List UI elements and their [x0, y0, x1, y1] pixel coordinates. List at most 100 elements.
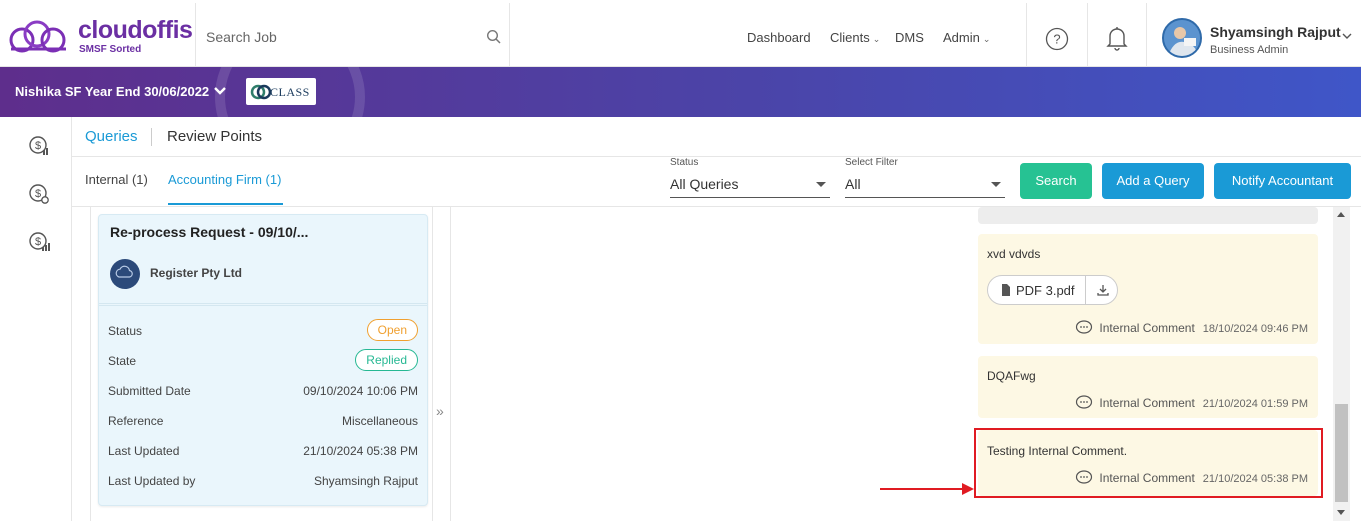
select-filter-label: Select Filter — [845, 157, 898, 168]
divider — [1087, 3, 1088, 70]
notify-accountant-button[interactable]: Notify Accountant — [1214, 163, 1351, 199]
client-cloud-icon — [115, 265, 133, 278]
job-title[interactable]: Nishika SF Year End 30/06/2022 — [15, 84, 209, 99]
chevron-down-icon[interactable] — [213, 86, 227, 96]
card-divider — [99, 303, 427, 304]
user-photo-icon — [1164, 20, 1200, 56]
scroll-up-icon[interactable] — [1337, 212, 1345, 217]
class-logo: CLASS — [246, 78, 316, 105]
comment-icon — [1076, 320, 1093, 334]
status-badge: Open — [366, 319, 418, 341]
detail-label: Status — [108, 324, 143, 338]
divider — [1026, 3, 1027, 70]
status-filter-select[interactable]: All Queries — [670, 175, 830, 198]
client-avatar — [110, 259, 140, 289]
highlight-box — [974, 428, 1323, 498]
user-avatar[interactable] — [1162, 18, 1202, 58]
message-text: DQAFwg — [987, 369, 1036, 383]
card-divider — [99, 305, 427, 306]
search-icon[interactable] — [486, 29, 502, 45]
status-filter-value: All Queries — [670, 176, 739, 192]
divider — [1146, 3, 1147, 70]
attachment-name: PDF 3.pdf — [1016, 283, 1075, 298]
user-role: Business Admin — [1210, 44, 1289, 56]
detail-value: Miscellaneous — [341, 414, 418, 428]
arrow-right-icon — [880, 483, 974, 495]
subtab-accounting-firm[interactable]: Accounting Firm (1) — [168, 172, 281, 187]
file-icon — [1002, 284, 1010, 296]
help-icon[interactable]: ? — [1045, 27, 1069, 51]
tab-review-points[interactable]: Review Points — [167, 128, 262, 145]
caret-down-icon — [991, 182, 1001, 187]
message-bubble: DQAFwg Internal Comment 21/10/2024 01:59 … — [978, 356, 1318, 418]
bell-icon[interactable] — [1105, 25, 1129, 51]
detail-label: Reference — [108, 414, 164, 428]
nav-admin[interactable]: Admin ⌄ — [943, 30, 990, 45]
attachment-divider — [1085, 276, 1086, 304]
chevron-down-icon[interactable] — [1341, 31, 1353, 41]
cloud-logo-icon — [9, 20, 66, 53]
top-header: cloudoffis SMSF Sorted Dashboard Clients… — [0, 0, 1361, 70]
class-logo-icon — [250, 84, 272, 100]
brand-name: cloudoffis — [78, 16, 193, 44]
select-filter-value: All — [845, 176, 861, 192]
state-badge: Replied — [355, 349, 418, 371]
tab-queries[interactable]: Queries — [85, 128, 138, 145]
scrollbar-thumb[interactable] — [1335, 404, 1348, 502]
select-filter-select[interactable]: All — [845, 175, 1005, 198]
message-date: 21/10/2024 01:59 PM — [1202, 398, 1308, 410]
cloudoffis-logo[interactable]: cloudoffis SMSF Sorted — [8, 16, 193, 58]
left-icon-rail: $ $ $ — [0, 117, 72, 521]
detail-label: Last Updated by — [108, 474, 196, 488]
nav-dms[interactable]: DMS — [895, 30, 924, 45]
fund-chart-icon[interactable]: $ — [28, 135, 50, 157]
svg-text:$: $ — [35, 140, 41, 152]
detail-label: State — [108, 354, 137, 368]
nav-clients-label: Clients — [830, 30, 870, 45]
message-date: 18/10/2024 09:46 PM — [1202, 323, 1308, 335]
detail-value: 21/10/2024 05:38 PM — [303, 444, 418, 458]
collapse-panel-icon[interactable]: » — [436, 403, 444, 419]
active-subtab-indicator — [168, 203, 283, 205]
svg-text:$: $ — [35, 236, 41, 248]
nav-dashboard[interactable]: Dashboard — [747, 30, 811, 45]
search-button[interactable]: Search — [1020, 163, 1092, 199]
detail-label: Last Updated — [108, 444, 180, 458]
nav-clients[interactable]: Clients ⌄ — [830, 30, 880, 45]
tabs-divider — [72, 156, 1361, 157]
message-bubble-partial — [978, 207, 1318, 224]
class-logo-text: CLASS — [270, 85, 310, 99]
nav-admin-label: Admin — [943, 30, 980, 45]
search-job-input[interactable] — [196, 23, 486, 51]
chevron-down-icon: ⌄ — [872, 34, 881, 44]
scroll-down-icon[interactable] — [1337, 510, 1345, 515]
message-meta: Internal Comment 21/10/2024 01:59 PM — [1075, 395, 1308, 410]
tab-divider — [151, 128, 152, 146]
job-banner: Nishika SF Year End 30/06/2022 CLASS — [0, 67, 1361, 117]
chevron-down-icon: ⌄ — [982, 34, 991, 44]
add-query-button[interactable]: Add a Query — [1102, 163, 1204, 199]
detail-value: 09/10/2024 10:06 PM — [303, 384, 418, 398]
caret-down-icon — [816, 182, 826, 187]
user-name[interactable]: Shyamsingh Rajput — [1210, 24, 1341, 40]
detail-value: Shyamsingh Rajput — [313, 474, 418, 488]
brand-tagline: SMSF Sorted — [79, 44, 142, 55]
divider — [509, 3, 510, 70]
fund-settings-icon[interactable]: $ — [28, 183, 50, 205]
fund-report-icon[interactable]: $ — [28, 231, 50, 253]
message-text: xvd vdvds — [987, 247, 1041, 261]
query-title: Re-process Request - 09/10/... — [110, 224, 309, 240]
comment-icon — [1076, 395, 1093, 409]
svg-text:?: ? — [1053, 32, 1060, 47]
comment-type: Internal Comment — [1099, 321, 1195, 335]
status-filter-label: Status — [670, 157, 699, 168]
subtab-internal[interactable]: Internal (1) — [85, 172, 148, 187]
comment-type: Internal Comment — [1099, 396, 1195, 410]
detail-label: Submitted Date — [108, 384, 191, 398]
message-meta: Internal Comment 18/10/2024 09:46 PM — [1075, 320, 1308, 335]
attachment-chip[interactable]: PDF 3.pdf — [987, 275, 1118, 305]
download-icon[interactable] — [1097, 284, 1109, 296]
svg-text:$: $ — [35, 188, 41, 200]
query-card[interactable]: Re-process Request - 09/10/... Register … — [98, 214, 428, 506]
client-name: Register Pty Ltd — [150, 266, 243, 280]
